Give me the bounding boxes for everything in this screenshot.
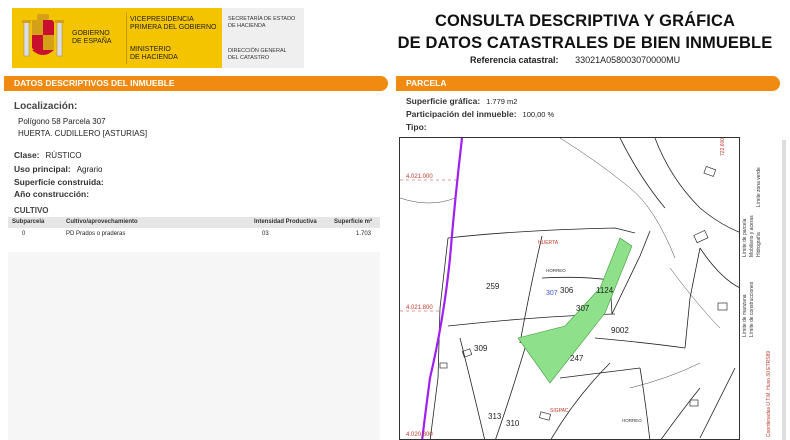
map-red-label-b: SIGPAC [550, 408, 569, 414]
table-header: Subparcela Cultivo/aprovechamiento Inten… [8, 217, 380, 228]
clase-value: RÚSTICO [45, 151, 82, 160]
map-red-label-a: HUERTA [538, 240, 559, 246]
page-title: CONSULTA DESCRIPTIVA Y GRÁFICA DE DATOS … [380, 10, 790, 54]
tipo-label: Tipo: [406, 122, 427, 132]
legend-zona-verde: Límite zona verde [756, 167, 762, 207]
legend-manzana: Límite de manzana [742, 294, 748, 337]
localizacion-line-1: Polígono 58 Parcela 307 [18, 117, 106, 126]
table-background [8, 252, 380, 440]
ref-value: 33021A058003070000MU [575, 55, 681, 65]
parcel-label-309: 309 [474, 344, 488, 353]
title-line-2: DE DATOS CATASTRALES DE BIEN INMUEBLE [397, 34, 773, 52]
cadastral-reference: Referencia catastral: 33021A058003070000… [470, 55, 680, 65]
uso-label: Uso principal: [14, 164, 71, 174]
direccion-name: DIRECCIÓN GENERAL DEL CATASTRO [228, 48, 287, 61]
ref-label: Referencia catastral: [470, 55, 559, 65]
superficie-construida-row: Superficie construida: [14, 177, 104, 187]
cell-superficie: 1.703 [356, 231, 372, 237]
cell-subparcela: 0 [22, 231, 26, 237]
map-coord-mid: 4.021.800 [406, 305, 433, 311]
cultivo-table: Subparcela Cultivo/aprovechamiento Inten… [8, 217, 380, 240]
cell-cultivo: PD Prados o praderas [66, 231, 126, 237]
table-row: 0 PD Prados o praderas 03 1.703 [8, 228, 380, 240]
map-blue-label: 307 [546, 290, 558, 297]
parcel-label-306: 306 [560, 286, 574, 295]
map-coord-top: 4.021.000 [406, 174, 433, 180]
superficie-construida-label: Superficie construida: [14, 177, 104, 187]
localizacion-label: Localización: [14, 101, 78, 112]
legend-footer: Coordenadas U.T.M. Huso 30 ETRS89 [766, 350, 772, 437]
parcel-label-259: 259 [486, 282, 500, 291]
clase-label: Clase: [14, 150, 40, 160]
legend-mobiliario: Mobiliario y aceras [749, 215, 755, 257]
superficie-grafica-label: Superficie gráfica: [406, 96, 481, 106]
ano-construccion-row: Año construcción: [14, 189, 89, 199]
header-subparcela: Subparcela [12, 219, 45, 225]
parcel-label-313: 313 [488, 412, 502, 421]
legend-construcciones: Límite de construcciones [749, 281, 755, 337]
map-coord-bottom: 4.020.800 [406, 432, 433, 438]
superficie-grafica-row: Superficie gráfica: 1.779 m2 [406, 96, 517, 106]
uso-value: Agrario [76, 165, 103, 174]
section-bar-parcela: PARCELA [396, 76, 780, 91]
government-name: GOBIERNO DE ESPAÑA [72, 30, 112, 45]
participacion-value: 100,00 % [522, 110, 555, 119]
government-logo-block: GOBIERNO DE ESPAÑA VICEPRESIDENCIA PRIME… [12, 8, 222, 68]
localizacion-line-2: HUERTA. CUDILLERO [ASTURIAS] [18, 129, 148, 138]
tipo-row: Tipo: [406, 122, 427, 132]
participacion-row: Participación del inmueble: 100,00 % [406, 109, 554, 119]
header-cultivo: Cultivo/aprovechamiento [66, 219, 138, 225]
ministerio-name: MINISTERIO DE HACIENDA [130, 46, 178, 61]
header: GOBIERNO DE ESPAÑA VICEPRESIDENCIA PRIME… [0, 0, 790, 74]
coat-of-arms-icon [22, 14, 64, 57]
parcel-label-1124: 1124 [596, 286, 614, 295]
map-small-label-b: HORREO [622, 418, 642, 423]
legend-parcela: Límite de parcela [742, 218, 748, 257]
logo-divider [126, 12, 127, 64]
legend-hidrografia: Hidrografía [756, 232, 762, 257]
clase-row: Clase: RÚSTICO [14, 150, 82, 160]
ano-construccion-label: Año construcción: [14, 189, 90, 199]
parcel-label-310: 310 [506, 419, 520, 428]
parcel-label-9002: 9002 [611, 326, 629, 335]
uso-row: Uso principal: Agrario [14, 164, 102, 174]
secretaria-block: SECRETARÍA DE ESTADO DE HACIENDA DIRECCI… [222, 8, 304, 68]
header-intensidad: Intensidad Productiva [254, 219, 317, 225]
parcel-label-307: 307 [576, 304, 590, 313]
vicepresidencia-name: VICEPRESIDENCIA PRIMERA DEL GOBIERNO [130, 16, 217, 31]
title-line-1: CONSULTA DESCRIPTIVA Y GRÁFICA [434, 12, 736, 30]
secretaria-name: SECRETARÍA DE ESTADO DE HACIENDA [228, 16, 296, 29]
superficie-grafica-value: 1.779 m2 [486, 97, 518, 106]
map-drawing [400, 138, 761, 439]
section-bar-descriptive: DATOS DESCRIPTIVOS DEL INMUEBLE [4, 76, 388, 91]
parcel-label-247: 247 [570, 354, 584, 363]
cultivo-title: CULTIVO [14, 206, 49, 215]
cell-intensidad: 03 [262, 231, 269, 237]
page-scrollbar[interactable] [782, 140, 786, 440]
map-small-label-a: HORREO [546, 268, 566, 273]
map-coord-right: 722.600 [720, 137, 726, 156]
header-superficie: Superficie m² [334, 219, 373, 225]
map-legend: Límite de manzana Límite de parcela Lími… [739, 137, 774, 440]
cadastral-map[interactable]: 4.021.000 4.021.800 4.020.800 722.600 HU… [399, 137, 774, 440]
participacion-label: Participación del inmueble: [406, 109, 517, 119]
